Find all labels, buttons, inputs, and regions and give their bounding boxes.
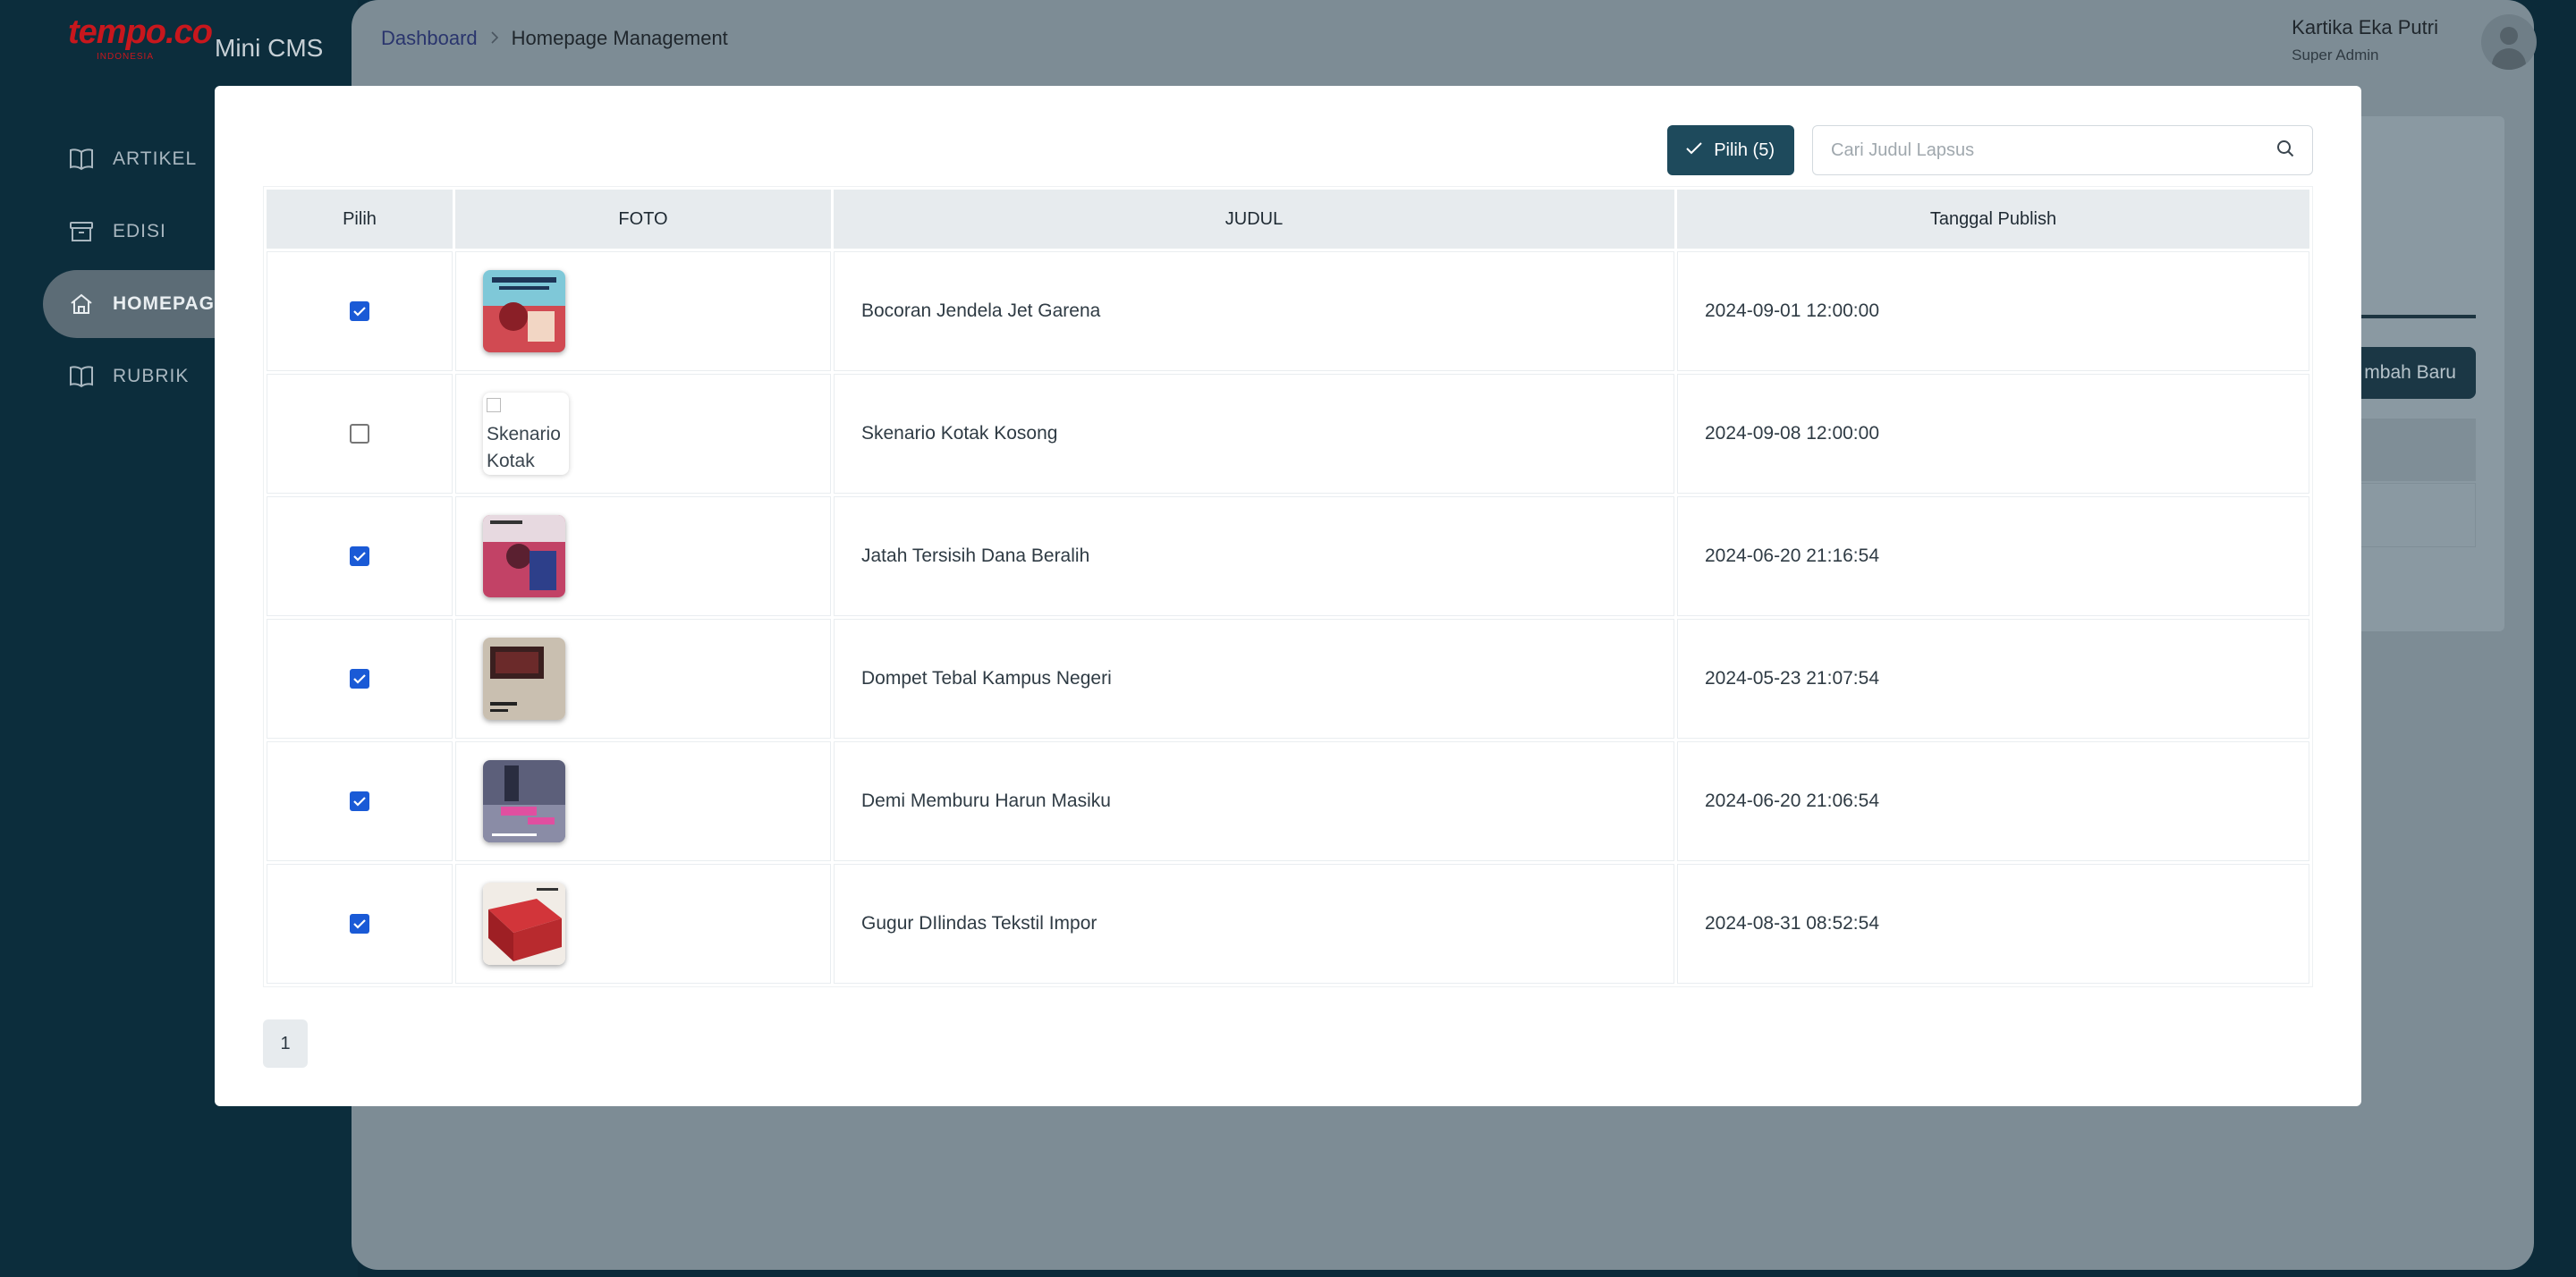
user-avatar-icon — [2500, 27, 2518, 45]
table-row[interactable]: Skenario Kotak Skenario Kotak Kosong 202… — [267, 374, 2309, 494]
row-checkbox[interactable] — [350, 669, 369, 689]
row-checkbox[interactable] — [350, 546, 369, 567]
tanggal-cell: 2024-05-23 21:07:54 — [1677, 619, 2309, 739]
avatar[interactable] — [2481, 14, 2537, 70]
foto-cell — [455, 864, 831, 984]
column-header-tanggal: Tanggal Publish — [1677, 190, 2309, 249]
lapsus-thumbnail — [483, 883, 565, 965]
page-button-1[interactable]: 1 — [263, 1019, 308, 1068]
table-row[interactable]: Bocoran Jendela Jet Garena 2024-09-01 12… — [267, 251, 2309, 371]
tanggal-cell: 2024-09-01 12:00:00 — [1677, 251, 2309, 371]
tanggal-cell: 2024-06-20 21:16:54 — [1677, 496, 2309, 616]
column-header-foto: FOTO — [455, 190, 831, 249]
select-lapsus-modal: Pilih (5) Pilih FOTO JUDUL Tanggal Publi… — [215, 86, 2361, 1106]
pagination: 1 — [263, 1019, 308, 1068]
search-icon[interactable] — [2276, 140, 2294, 162]
logo-subtitle: INDONESIA — [97, 52, 155, 62]
home-icon — [68, 291, 95, 317]
column-header-pilih: Pilih — [267, 190, 453, 249]
sidebar-item-label: ARTIKEL — [113, 148, 198, 169]
row-checkbox[interactable] — [350, 301, 369, 322]
lapsus-thumbnail — [483, 515, 565, 597]
user-info[interactable]: Kartika Eka Putri Super Admin — [2292, 16, 2438, 64]
lapsus-thumbnail — [483, 638, 565, 720]
brand: tempo.co INDONESIA Mini CMS — [68, 13, 323, 66]
chevron-right-icon — [490, 30, 499, 48]
select-cell — [267, 619, 453, 739]
sidebar-item-label: RUBRIK — [113, 366, 190, 386]
table-header-row: Pilih FOTO JUDUL Tanggal Publish — [267, 190, 2309, 249]
row-checkbox[interactable] — [350, 424, 369, 444]
tanggal-cell: 2024-08-31 08:52:54 — [1677, 864, 2309, 984]
lapsus-thumbnail — [483, 760, 565, 842]
breadcrumb-dashboard-link[interactable]: Dashboard — [381, 27, 478, 50]
foto-cell: Skenario Kotak — [455, 374, 831, 494]
check-icon — [1685, 140, 1703, 161]
column-header-judul: JUDUL — [834, 190, 1674, 249]
archive-box-icon — [68, 218, 95, 245]
user-name: Kartika Eka Putri — [2292, 16, 2438, 38]
row-checkbox[interactable] — [350, 914, 369, 934]
sidebar-item-label: EDISI — [113, 221, 166, 241]
pilih-button[interactable]: Pilih (5) — [1667, 125, 1794, 175]
judul-cell: Jatah Tersisih Dana Beralih — [834, 496, 1674, 616]
breadcrumb: Dashboard Homepage Management — [381, 27, 728, 50]
judul-cell: Demi Memburu Harun Masiku — [834, 741, 1674, 861]
foto-cell — [455, 251, 831, 371]
pilih-button-label: Pilih (5) — [1714, 140, 1775, 160]
tanggal-cell: 2024-09-08 12:00:00 — [1677, 374, 2309, 494]
select-cell — [267, 374, 453, 494]
select-cell — [267, 864, 453, 984]
row-checkbox[interactable] — [350, 791, 369, 812]
broken-image-thumbnail: Skenario Kotak — [483, 393, 569, 475]
select-cell — [267, 496, 453, 616]
search-box — [1812, 125, 2313, 175]
sidebar-item-label: HOMEPAGE — [113, 293, 228, 314]
search-input[interactable] — [1831, 140, 2276, 161]
image-alt-text: Skenario Kotak — [487, 424, 561, 471]
tempo-logo[interactable]: tempo.co — [68, 13, 213, 52]
judul-cell: Bocoran Jendela Jet Garena — [834, 251, 1674, 371]
foto-cell — [455, 619, 831, 739]
table-row[interactable]: Demi Memburu Harun Masiku 2024-06-20 21:… — [267, 741, 2309, 861]
table-row[interactable]: Jatah Tersisih Dana Beralih 2024-06-20 2… — [267, 496, 2309, 616]
lapsus-table-wrapper: Pilih FOTO JUDUL Tanggal Publish Bocoran… — [263, 186, 2313, 987]
table-row[interactable]: Gugur DIlindas Tekstil Impor 2024-08-31 … — [267, 864, 2309, 984]
judul-cell: Skenario Kotak Kosong — [834, 374, 1674, 494]
book-open-icon — [68, 146, 95, 173]
tanggal-cell: 2024-06-20 21:06:54 — [1677, 741, 2309, 861]
breadcrumb-current: Homepage Management — [511, 27, 728, 49]
select-cell — [267, 741, 453, 861]
broken-image-icon — [487, 398, 501, 412]
book-open-icon — [68, 363, 95, 390]
select-cell — [267, 251, 453, 371]
lapsus-table: Pilih FOTO JUDUL Tanggal Publish Bocoran… — [263, 186, 2313, 987]
app-name: Mini CMS — [215, 34, 324, 62]
judul-cell: Gugur DIlindas Tekstil Impor — [834, 864, 1674, 984]
user-role: Super Admin — [2292, 47, 2379, 63]
table-row[interactable]: Dompet Tebal Kampus Negeri 2024-05-23 21… — [267, 619, 2309, 739]
foto-cell — [455, 741, 831, 861]
lapsus-thumbnail — [483, 270, 565, 352]
foto-cell — [455, 496, 831, 616]
modal-toolbar: Pilih (5) — [1667, 125, 2313, 175]
judul-cell: Dompet Tebal Kampus Negeri — [834, 619, 1674, 739]
